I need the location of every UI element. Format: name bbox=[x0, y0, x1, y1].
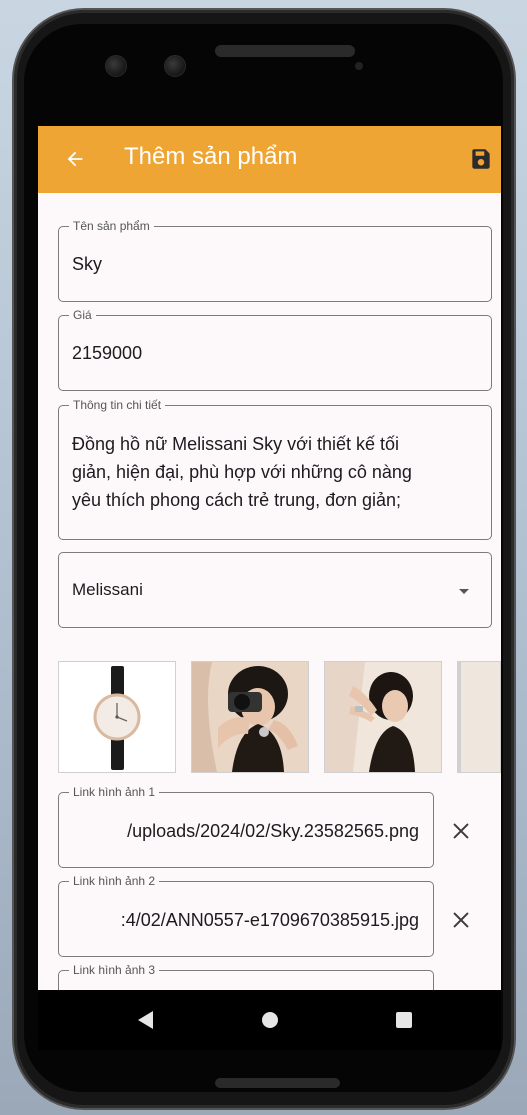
save-button[interactable] bbox=[468, 146, 494, 172]
brand-dropdown[interactable]: Melissani bbox=[58, 552, 492, 628]
app-screen: Thêm sản phẩm Tên sản phẩm Sky Giá 21590… bbox=[38, 126, 501, 990]
nav-back-icon[interactable] bbox=[138, 1011, 153, 1029]
details-line: giản, hiện đại, phù hợp với những cô nàn… bbox=[72, 462, 412, 482]
remove-image-1-button[interactable] bbox=[450, 820, 472, 842]
remove-image-2-button[interactable] bbox=[450, 909, 472, 931]
product-name-label: Tên sản phẩm bbox=[69, 219, 154, 233]
image-link-value-1: /uploads/2024/02/Sky.23582565.png bbox=[127, 821, 419, 841]
price-field[interactable]: Giá 2159000 bbox=[58, 308, 492, 391]
app-bar: Thêm sản phẩm bbox=[38, 126, 501, 193]
details-line: yêu thích phong cách trẻ trung, đơn giản… bbox=[72, 490, 402, 510]
system-navigation-bar bbox=[38, 990, 501, 1050]
bottom-speaker bbox=[215, 1078, 340, 1088]
price-label: Giá bbox=[69, 308, 96, 322]
back-button[interactable] bbox=[60, 144, 90, 174]
product-name-field[interactable]: Tên sản phẩm Sky bbox=[58, 219, 492, 302]
arrow-back-icon bbox=[67, 151, 83, 167]
sensor-icon bbox=[355, 62, 363, 70]
details-field[interactable]: Thông tin chi tiết Đồng hồ nữ Melissani … bbox=[58, 398, 492, 540]
thumbnail-watch[interactable] bbox=[58, 661, 176, 773]
woman-watch-image bbox=[325, 662, 441, 772]
details-text: Đồng hồ nữ Melissani Sky với thiết kế tố… bbox=[72, 430, 482, 514]
image-link-value-2: :4/02/ANN0557-e1709670385915.jpg bbox=[120, 910, 419, 930]
image-link-field-1[interactable]: Link hình ảnh 1 /uploads/2024/02/Sky.235… bbox=[58, 785, 434, 868]
image-link-label-3: Link hình ảnh 3 bbox=[69, 963, 160, 977]
price-value: 2159000 bbox=[72, 343, 143, 363]
product-name-value: Sky bbox=[72, 254, 103, 274]
thumbnail-partial[interactable] bbox=[457, 661, 501, 773]
close-icon bbox=[453, 823, 469, 839]
brand-value: Melissani bbox=[72, 580, 143, 599]
partial-image bbox=[458, 662, 500, 772]
image-link-label-2: Link hình ảnh 2 bbox=[69, 874, 160, 888]
nav-home-icon[interactable] bbox=[262, 1012, 278, 1028]
dropdown-arrow-icon bbox=[459, 589, 469, 594]
image-link-field-2[interactable]: Link hình ảnh 2 :4/02/ANN0557-e170967038… bbox=[58, 874, 434, 957]
front-camera-icon bbox=[164, 55, 186, 77]
image-link-label-1: Link hình ảnh 1 bbox=[69, 785, 160, 799]
details-label: Thông tin chi tiết bbox=[69, 398, 166, 412]
close-icon bbox=[453, 912, 469, 928]
thumbnail-woman-camera[interactable] bbox=[191, 661, 309, 773]
image-link-field-3[interactable]: Link hình ảnh 3 bbox=[58, 963, 434, 990]
nav-recent-icon[interactable] bbox=[396, 1012, 412, 1028]
woman-camera-image bbox=[192, 662, 308, 772]
front-camera-icon bbox=[105, 55, 127, 77]
earpiece-speaker bbox=[215, 45, 355, 57]
thumbnail-woman-watch[interactable] bbox=[324, 661, 442, 773]
watch-product-image bbox=[59, 662, 175, 772]
page-title: Thêm sản phẩm bbox=[124, 143, 298, 170]
save-floppy-icon bbox=[472, 149, 490, 169]
details-line: Đồng hồ nữ Melissani Sky với thiết kế tố… bbox=[72, 434, 399, 454]
